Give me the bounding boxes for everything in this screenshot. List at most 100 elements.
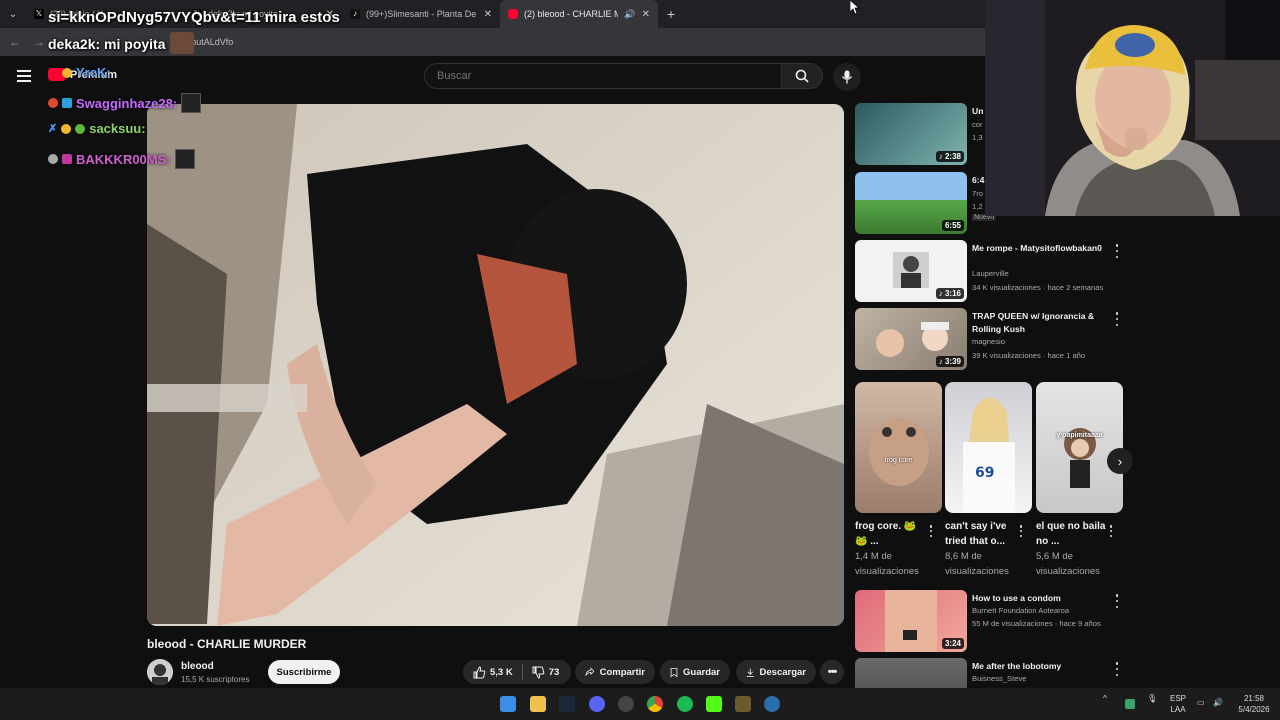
more-horizontal-icon: ••• xyxy=(827,666,838,678)
more-actions-button[interactable]: ••• xyxy=(820,660,844,684)
browser-tab-active[interactable]: (2) bleood - CHARLIE MURDER 🔊 ✕ xyxy=(500,0,658,28)
emote-image xyxy=(181,93,202,113)
discord-icon[interactable] xyxy=(589,696,605,712)
obs-icon[interactable] xyxy=(618,696,634,712)
save-button[interactable]: Guardar xyxy=(660,660,730,684)
chevron-right-icon: › xyxy=(1117,453,1123,469)
browser-tab[interactable]: ♪ (99+)Slimesanti - Planta De La ✕ xyxy=(342,0,500,28)
video-thumbnail[interactable]: 6:55 xyxy=(855,172,967,234)
spotify-icon[interactable] xyxy=(677,696,693,712)
clock[interactable]: 21:58 5/4/2026 xyxy=(1234,693,1274,715)
tab-search-chevron-icon[interactable]: ⌄ xyxy=(0,9,26,20)
carousel-next-button[interactable]: › xyxy=(1107,448,1133,474)
short-thumbnail[interactable]: y papimitaaaa xyxy=(1036,382,1123,513)
network-icon[interactable]: ▭ xyxy=(1197,697,1205,708)
more-vert-icon[interactable] xyxy=(928,525,934,537)
video-thumbnail[interactable]: ♪ 3:16 xyxy=(855,240,967,302)
download-icon xyxy=(746,668,754,677)
video-player[interactable] xyxy=(147,104,844,626)
short-thumbnail[interactable]: 69 xyxy=(945,382,1032,513)
related-video-title: How to use a condom xyxy=(972,593,1061,603)
x-logo-icon: 𝕏 xyxy=(34,9,44,19)
channel-avatar[interactable] xyxy=(147,659,173,685)
related-video-meta: 34 K visualizaciones · hace 2 semanas xyxy=(972,283,1104,292)
video-thumbnail[interactable] xyxy=(855,658,967,688)
more-vert-icon[interactable] xyxy=(1113,244,1121,258)
duration-text: 3:16 xyxy=(944,289,961,298)
video-thumbnail[interactable]: ♪ 2:38 xyxy=(855,103,967,165)
volume-icon[interactable]: 🔊 xyxy=(1213,697,1223,708)
more-vert-icon[interactable] xyxy=(1113,662,1121,676)
download-button[interactable]: Descargar xyxy=(736,660,816,684)
video-thumbnail[interactable]: ♪ 3:39 xyxy=(855,308,967,370)
overlay-chat-line: Swagginhaze28: xyxy=(48,93,202,113)
windows-start-icon[interactable] xyxy=(500,696,516,712)
short-title[interactable]: can't say i've tried that o... xyxy=(945,519,1015,549)
search-input[interactable] xyxy=(424,63,782,89)
voice-search-button[interactable] xyxy=(833,63,861,91)
tray-chevron-icon[interactable]: ^ xyxy=(1103,693,1107,704)
short-thumbnail[interactable]: frog core xyxy=(855,382,942,513)
tray-app-icon[interactable] xyxy=(1125,699,1135,709)
related-video-meta: 55 M de visualizaciones · hace 9 años xyxy=(972,619,1101,628)
duration-badge: ♪ 2:38 xyxy=(935,151,964,162)
new-tab-plus-icon[interactable]: + xyxy=(658,6,684,22)
search-icon xyxy=(795,69,809,83)
overlay-chat-text: si=kknOPdNyg57VYQbv&t=11 mira estos xyxy=(48,9,340,26)
chrome-icon[interactable] xyxy=(647,696,663,712)
badge-icon xyxy=(48,98,58,108)
duration-text: 3:39 xyxy=(944,357,961,366)
short-title[interactable]: frog core. 🐸🐸 ... xyxy=(855,519,925,549)
badge-icon xyxy=(61,123,72,134)
lang-code: ESP xyxy=(1169,694,1186,703)
overlay-chat-line: YrcK: xyxy=(62,65,111,80)
monkey-image xyxy=(1064,428,1096,488)
chat-username: sacksuu: xyxy=(89,121,146,136)
channel-name[interactable]: bleood xyxy=(181,661,214,672)
video-frame-image xyxy=(147,104,844,626)
back-arrow-icon[interactable]: ← xyxy=(8,35,22,49)
related-video-channel: magnesio xyxy=(972,337,1005,346)
like-dislike-group: 5,3 K 73 xyxy=(463,660,571,684)
more-vert-icon[interactable] xyxy=(1018,525,1024,537)
divider xyxy=(521,664,523,680)
svg-text:69: 69 xyxy=(975,465,994,481)
subscribe-button[interactable]: Suscribirme xyxy=(268,660,340,684)
app-icon[interactable] xyxy=(764,696,780,712)
sword-icon: ✗ xyxy=(48,123,58,135)
related-video[interactable]: ♪ 3:39 TRAP QUEEN w/ Ignorancia & Rollin… xyxy=(855,308,1130,372)
person-image: 69 xyxy=(963,397,1015,513)
related-video-meta: 1,2 xyxy=(972,202,983,211)
more-vert-icon[interactable] xyxy=(1108,525,1114,537)
related-video[interactable]: ♪ 3:16 Me rompe - Matysitoflowbakan0 Lau… xyxy=(855,240,1130,304)
more-vert-icon[interactable] xyxy=(1113,594,1121,608)
dislike-button[interactable]: 73 xyxy=(532,666,559,679)
search-button[interactable] xyxy=(781,63,823,89)
share-button[interactable]: Compartir xyxy=(575,660,655,684)
short-title[interactable]: el que no baila no ... xyxy=(1036,519,1106,549)
file-explorer-icon[interactable] xyxy=(530,696,546,712)
overlay-emote xyxy=(170,32,194,54)
related-video[interactable]: Me after the lobotomy Buisness_Steve xyxy=(855,658,1130,688)
forward-arrow-icon[interactable]: → xyxy=(32,35,46,49)
language-indicator[interactable]: ESP LAA xyxy=(1168,693,1188,715)
tab-title: (99+)Slimesanti - Planta De La xyxy=(366,9,478,19)
bookmark-icon xyxy=(670,667,678,677)
badge-icon xyxy=(75,123,86,134)
steam-icon[interactable] xyxy=(559,696,575,712)
share-label: Compartir xyxy=(599,666,645,678)
more-vert-icon[interactable] xyxy=(1113,312,1121,326)
video-thumbnail[interactable]: 3:24 xyxy=(855,590,967,652)
related-video[interactable]: 3:24 How to use a condom Burnett Foundat… xyxy=(855,590,1130,654)
menu-hamburger-icon[interactable] xyxy=(17,70,31,82)
speaker-icon[interactable]: 🔊 xyxy=(624,9,635,20)
overlay-chat-line: BAKKKR00MS: xyxy=(48,149,195,169)
kick-icon[interactable] xyxy=(706,696,722,712)
close-tab-icon[interactable]: ✕ xyxy=(484,9,492,20)
close-tab-icon[interactable]: ✕ xyxy=(642,9,650,20)
tray-mic-icon[interactable]: 🎙 xyxy=(1147,693,1157,704)
avatar-image xyxy=(147,659,173,685)
like-button[interactable]: 5,3 K xyxy=(473,665,513,679)
badge-icon xyxy=(62,154,72,164)
minecraft-icon[interactable] xyxy=(735,696,751,712)
